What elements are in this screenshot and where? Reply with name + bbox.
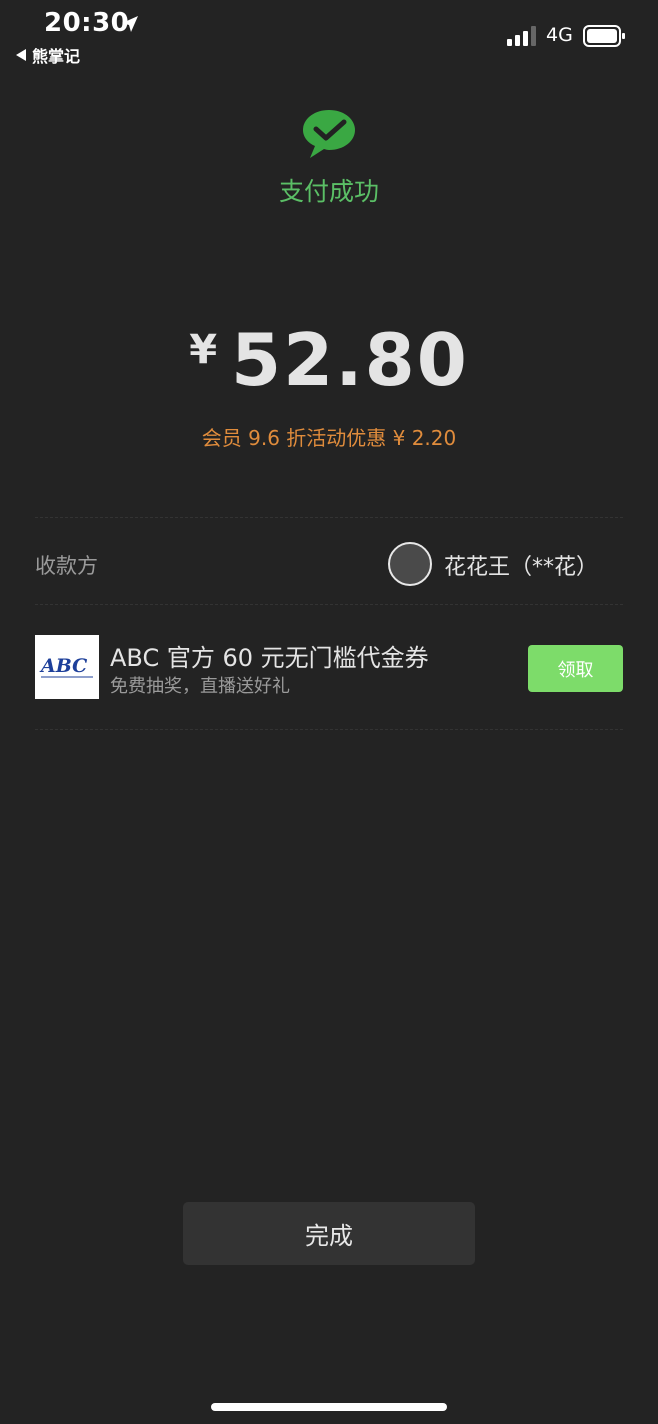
amount-value: 52.80 (231, 318, 469, 402)
payee-name: 花花王（**花） (444, 555, 599, 580)
payment-success-title: 支付成功 (278, 177, 379, 206)
payee-label: 收款方 (35, 554, 98, 578)
abc-logo-text: ABC (39, 655, 87, 677)
divider (35, 604, 623, 605)
back-to-app-link[interactable]: 熊掌记 (16, 44, 80, 66)
cellular-signal-icon (507, 26, 536, 46)
status-time: 20:30 (44, 8, 130, 38)
wechat-pay-logo-icon (303, 110, 355, 158)
coupon-brand-logo: ABC (35, 635, 99, 699)
home-indicator[interactable] (211, 1403, 447, 1411)
done-button[interactable]: 完成 (183, 1202, 475, 1265)
payment-amount: ¥52.80 (0, 318, 658, 402)
divider (35, 729, 623, 730)
abc-logo-icon: ABC (39, 655, 93, 678)
coupon-subtitle: 免费抽奖，直播送好礼 (110, 676, 290, 697)
battery-icon (583, 25, 625, 47)
payee-avatar (388, 542, 432, 586)
location-arrow-icon (122, 16, 138, 32)
back-arrow-icon (16, 49, 26, 61)
back-app-label: 熊掌记 (32, 47, 81, 66)
claim-coupon-button[interactable]: 领取 (528, 645, 623, 692)
discount-info: 会员 9.6 折活动优惠 ¥ 2.20 (201, 426, 457, 450)
divider (35, 517, 623, 518)
coupon-title: ABC 官方 60 元无门槛代金券 (110, 644, 429, 672)
currency-symbol: ¥ (189, 327, 218, 373)
network-type: 4G (546, 24, 573, 46)
